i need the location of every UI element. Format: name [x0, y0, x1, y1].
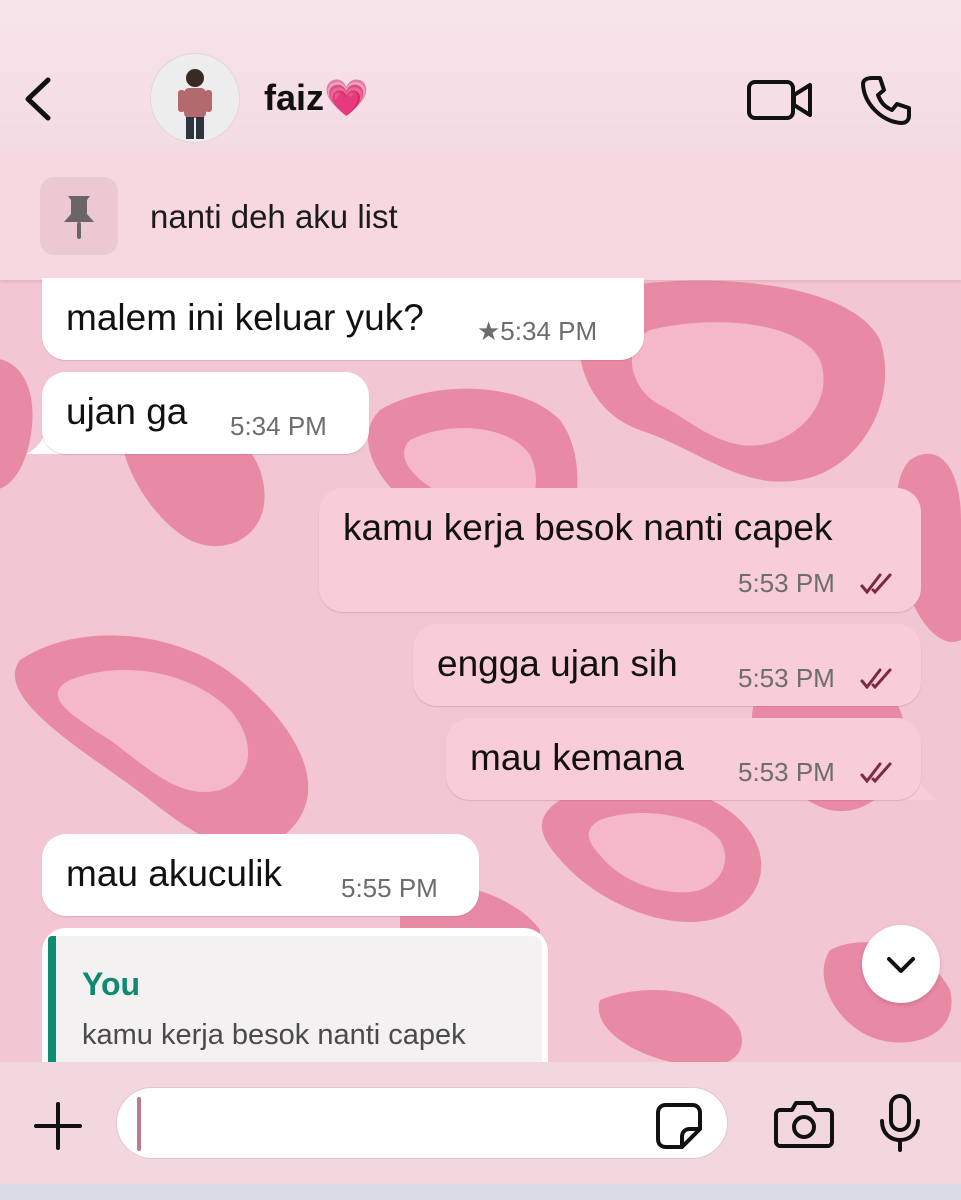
pinned-message-bar[interactable] — [0, 152, 961, 280]
quoted-author: You — [82, 966, 141, 1002]
contact-photo — [151, 54, 239, 142]
microphone-icon[interactable] — [876, 1093, 924, 1153]
message-text: mau akuculik — [66, 853, 282, 894]
pin-icon — [64, 196, 94, 239]
contact-name[interactable]: faiz💗 — [264, 76, 369, 120]
message-time: 5:55 PM — [341, 873, 438, 903]
read-receipt-icon — [860, 762, 892, 783]
message-time: 5:53 PM — [738, 757, 835, 787]
sticker-icon[interactable] — [654, 1101, 704, 1151]
message-text: mau kemana — [470, 737, 684, 778]
message-time: 5:53 PM — [738, 568, 835, 598]
avatar[interactable] — [150, 53, 240, 143]
message-time: 5:53 PM — [738, 663, 835, 693]
chevron-down-icon — [887, 957, 915, 973]
message-text: ujan ga — [66, 391, 188, 432]
chevron-left-icon[interactable] — [18, 74, 62, 124]
message-text: engga ujan sih — [437, 643, 678, 684]
message-text: kamu kerja besok nanti capek — [343, 507, 833, 548]
text-cursor — [137, 1097, 141, 1151]
home-indicator-area — [0, 1184, 961, 1200]
message-input[interactable] — [116, 1087, 728, 1159]
video-camera-icon[interactable] — [746, 78, 814, 122]
chat-header — [0, 0, 961, 152]
read-receipt-icon — [860, 668, 892, 689]
read-receipt-icon — [860, 573, 892, 594]
scroll-to-bottom-button[interactable] — [862, 925, 940, 1003]
message-time: ★5:34 PM — [477, 316, 598, 346]
phone-icon[interactable] — [858, 72, 914, 128]
message-time: 5:34 PM — [230, 411, 327, 441]
pinned-message-text: nanti deh aku list — [150, 198, 398, 235]
message-text: malem ini keluar yuk? — [66, 297, 424, 338]
plus-icon[interactable] — [30, 1098, 86, 1154]
camera-icon[interactable] — [774, 1100, 834, 1148]
quoted-text: kamu kerja besok nanti capek — [82, 1019, 466, 1051]
